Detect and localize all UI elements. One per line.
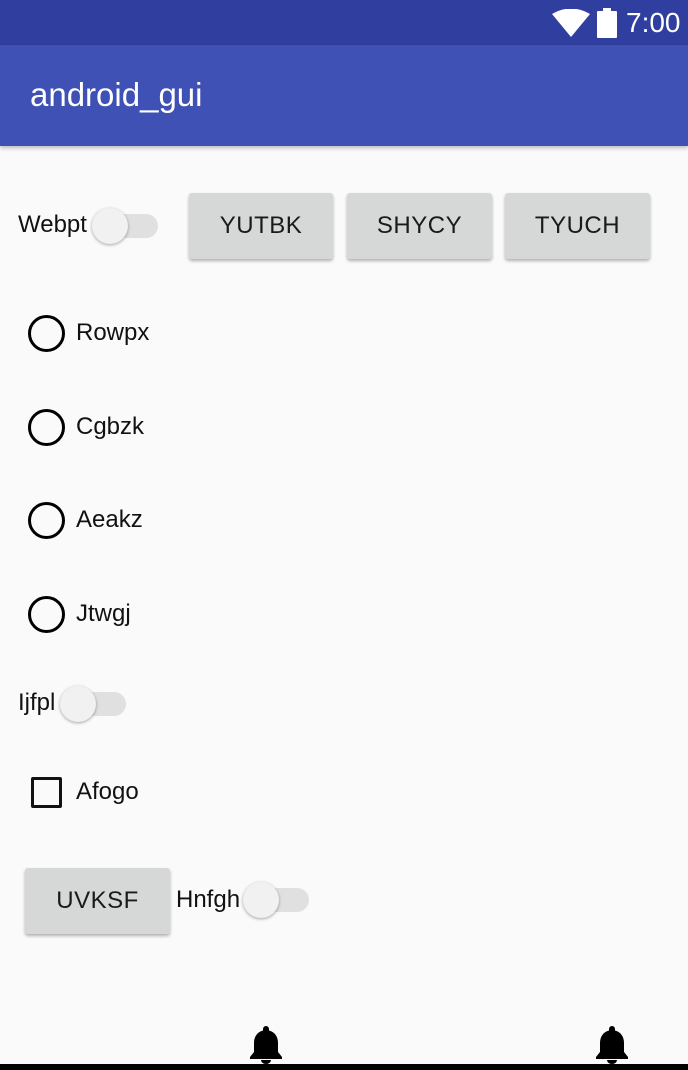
shycy-button[interactable]: SHYCY bbox=[347, 193, 492, 259]
switch-thumb bbox=[243, 882, 279, 918]
radio-circle-icon bbox=[28, 502, 65, 539]
radio-jtwgj[interactable]: Jtwgj bbox=[28, 595, 228, 635]
status-bar: 7:00 bbox=[0, 0, 688, 45]
radio-circle-icon bbox=[28, 315, 65, 352]
switch-hnfgh[interactable] bbox=[243, 880, 313, 920]
radio-cgbzk[interactable]: Cgbzk bbox=[28, 408, 228, 448]
yutbk-button[interactable]: YUTBK bbox=[189, 193, 333, 259]
radio-label: Aeakz bbox=[76, 506, 143, 533]
radio-label: Jtwgj bbox=[76, 600, 131, 627]
battery-icon bbox=[597, 8, 617, 38]
checkbox-label: Afogo bbox=[76, 778, 139, 805]
checkbox-box-icon bbox=[31, 777, 62, 808]
wifi-icon bbox=[552, 9, 590, 37]
uvksf-button[interactable]: UVKSF bbox=[25, 868, 170, 934]
radio-label: Rowpx bbox=[76, 319, 150, 346]
status-time: 7:00 bbox=[626, 7, 681, 38]
bell-icon[interactable] bbox=[595, 1026, 629, 1064]
bottom-bar-divider bbox=[0, 1064, 688, 1070]
radio-circle-icon bbox=[28, 596, 65, 633]
switch-label-hnfgh: Hnfgh bbox=[176, 886, 241, 913]
bell-icon[interactable] bbox=[249, 1026, 283, 1064]
switch-webpt[interactable] bbox=[92, 206, 162, 246]
app-bar: android_gui bbox=[0, 45, 688, 146]
radio-rowpx[interactable]: Rowpx bbox=[28, 314, 228, 354]
switch-label-webpt: Webpt bbox=[18, 211, 87, 238]
tyuch-button[interactable]: TYUCH bbox=[505, 193, 650, 259]
checkbox-afogo[interactable]: Afogo bbox=[30, 774, 230, 814]
app-screen: 7:00 android_gui Webpt YUTBK SHYCY TYUCH… bbox=[0, 0, 688, 1070]
radio-aeakz[interactable]: Aeakz bbox=[28, 501, 228, 541]
switch-ijfpl[interactable] bbox=[60, 684, 130, 724]
switch-thumb bbox=[92, 208, 128, 244]
switch-thumb bbox=[60, 686, 96, 722]
app-title: android_gui bbox=[30, 76, 203, 113]
radio-label: Cgbzk bbox=[76, 413, 145, 440]
switch-label-ijfpl: Ijfpl bbox=[18, 689, 56, 716]
radio-circle-icon bbox=[28, 409, 65, 446]
